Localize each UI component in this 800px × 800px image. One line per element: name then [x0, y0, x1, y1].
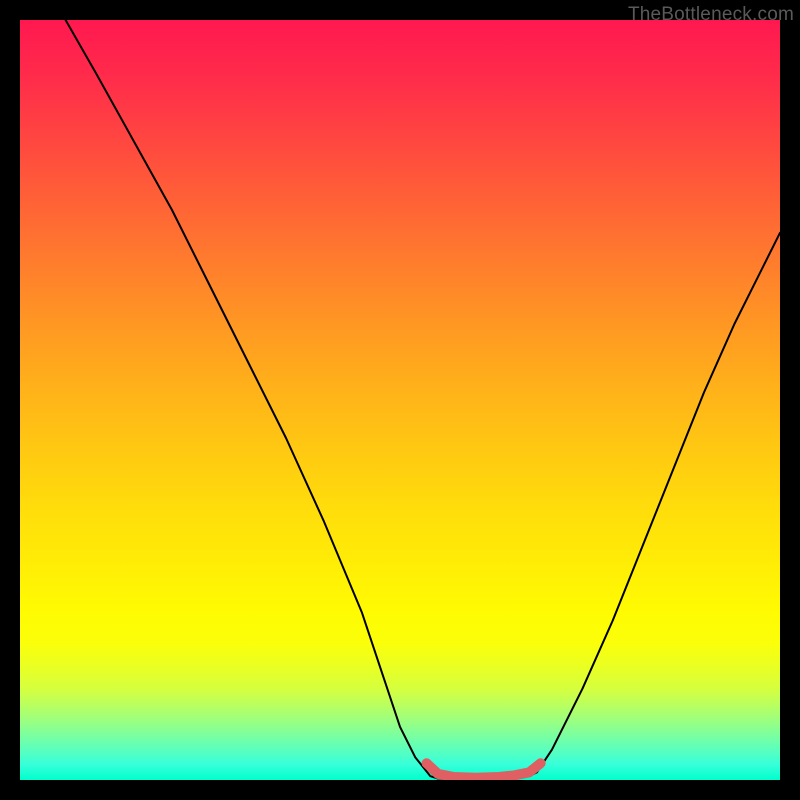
- watermark-text: TheBottleneck.com: [628, 4, 794, 26]
- bottom-highlight-segment: [427, 763, 541, 777]
- chart-frame: TheBottleneck.com: [0, 0, 800, 800]
- bottleneck-curve: [66, 20, 780, 779]
- curve-layer: [20, 20, 780, 780]
- plot-area: [20, 20, 780, 780]
